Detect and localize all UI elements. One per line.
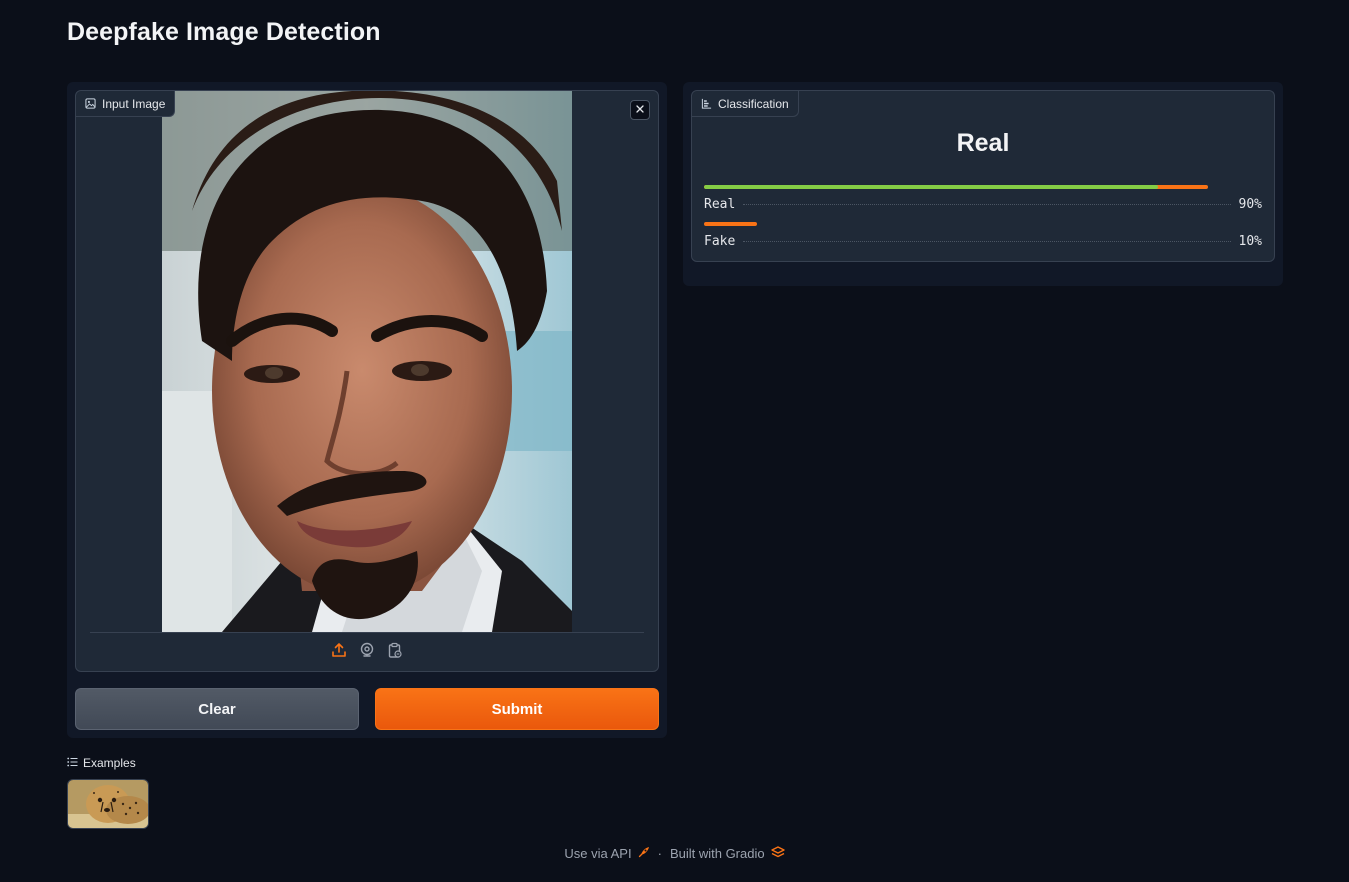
footer: Use via API · Built with Gradio (0, 846, 1349, 861)
gradio-logo-icon (770, 846, 785, 861)
input-column: Input Image Clear Submit (67, 82, 667, 738)
image-input-block[interactable]: Input Image (75, 90, 659, 672)
classification-label-text: Classification (718, 96, 789, 111)
top-prediction-label: Real (956, 129, 1010, 157)
footer-separator: · (657, 846, 662, 861)
confidence-bar-real (704, 185, 1208, 189)
confidence-item-real[interactable]: Real 90% (704, 185, 1262, 212)
clipboard-source-button[interactable] (386, 642, 404, 663)
examples-header: Examples (67, 756, 136, 770)
page-title: Deepfake Image Detection (67, 18, 381, 46)
rocket-icon (638, 846, 650, 861)
confidence-row-real: Real 90% (704, 197, 1262, 212)
input-image-label: Input Image (76, 91, 176, 117)
close-icon (635, 101, 645, 119)
example-item-cheetah[interactable] (67, 779, 149, 829)
confidence-dots (743, 241, 1231, 242)
confidence-dots (743, 204, 1231, 205)
built-with-gradio-text: Built with Gradio (669, 846, 765, 861)
upload-source-button[interactable] (330, 642, 348, 663)
confidence-bar-fake (704, 222, 757, 226)
chart-bar-icon (701, 98, 712, 109)
classification-label: Classification (692, 91, 799, 117)
output-column: Classification Real Real 90% Fake 10% (683, 82, 1283, 286)
image-source-bar (90, 632, 644, 672)
clear-button[interactable]: Clear (75, 688, 359, 730)
list-icon (67, 756, 78, 770)
clear-image-button[interactable] (630, 100, 650, 120)
use-via-api-text: Use via API (564, 846, 632, 861)
submit-button[interactable]: Submit (375, 688, 659, 730)
built-with-gradio-link[interactable]: Built with Gradio (670, 846, 785, 861)
classification-block: Classification Real Real 90% Fake 10% (691, 90, 1275, 262)
confidence-label-fake: Fake (704, 234, 736, 249)
use-via-api-link[interactable]: Use via API (564, 846, 649, 861)
webcam-source-button[interactable] (358, 642, 376, 663)
examples-label: Examples (83, 756, 136, 770)
uploaded-portrait-image (162, 91, 572, 632)
clipboard-icon (387, 642, 403, 663)
confidence-label-real: Real (704, 197, 736, 212)
confidence-row-fake: Fake 10% (704, 234, 1262, 249)
webcam-icon (359, 642, 375, 663)
confidence-value-real: 90% (1238, 197, 1262, 212)
upload-icon (331, 642, 347, 663)
confidence-item-fake[interactable]: Fake 10% (704, 222, 1262, 249)
image-icon (85, 98, 96, 109)
confidence-fill-real (704, 185, 1158, 189)
confidence-value-fake: 10% (1238, 234, 1262, 249)
input-image-label-text: Input Image (102, 96, 166, 111)
